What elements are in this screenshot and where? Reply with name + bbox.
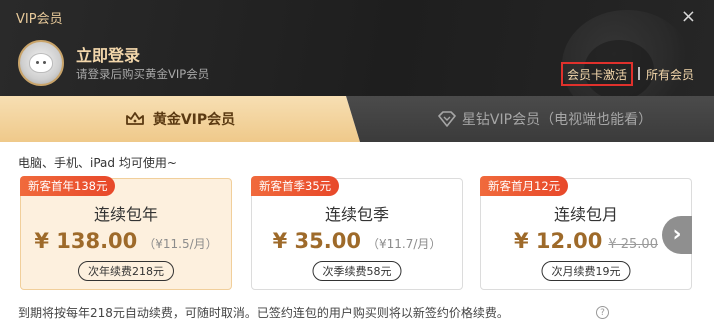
promo-badge: 新客首月12元 bbox=[480, 176, 569, 196]
price-row: ¥ 35.00 （¥11.7/月） bbox=[252, 229, 462, 253]
login-button[interactable]: 立即登录 bbox=[76, 42, 140, 66]
help-icon[interactable]: ? bbox=[596, 306, 609, 319]
tab-gold-vip[interactable]: 黄金VIP会员 bbox=[0, 96, 360, 142]
package-card-monthly[interactable]: 新客首月12元 连续包月 ¥ 12.00 ¥ 25.00 次月续费19元 bbox=[480, 176, 692, 290]
package-name: 连续包月 bbox=[553, 205, 618, 224]
price-row: ¥ 12.00 ¥ 25.00 bbox=[481, 229, 691, 253]
renewal-note: 次月续费19元 bbox=[541, 261, 631, 281]
tab-diamond-label: 星钻VIP会员（电视端也能看） bbox=[461, 112, 653, 128]
monthly-price: （¥11.7/月） bbox=[366, 237, 442, 251]
package-price: ¥ 12.00 bbox=[514, 229, 603, 253]
device-note: 电脑、手机、iPad 均可使用~ bbox=[18, 156, 177, 170]
login-subtitle: 请登录后购买黄金VIP会员 bbox=[76, 67, 210, 81]
card-activate-link[interactable]: 会员卡激活 bbox=[561, 62, 633, 86]
diamond-icon bbox=[438, 111, 456, 127]
chevron-right-icon: › bbox=[672, 222, 682, 247]
price-row: ¥ 138.00 （¥11.5/月） bbox=[21, 229, 231, 253]
window-title: VIP会员 bbox=[16, 12, 63, 27]
renewal-note: 次季续费58元 bbox=[312, 261, 402, 281]
renewal-note: 次年续费218元 bbox=[78, 261, 174, 281]
original-price: ¥ 25.00 bbox=[608, 237, 658, 252]
package-name: 连续包年 bbox=[93, 205, 158, 224]
promo-badge: 新客首季35元 bbox=[251, 176, 340, 196]
package-name: 连续包季 bbox=[324, 205, 389, 224]
avatar-face-icon bbox=[29, 53, 53, 73]
monthly-price: （¥11.5/月） bbox=[143, 237, 218, 251]
tab-diamond-vip[interactable]: 星钻VIP会员（电视端也能看） bbox=[346, 96, 714, 142]
package-card-yearly[interactable]: 新客首年138元 连续包年 ¥ 138.00 （¥11.5/月） 次年续费218… bbox=[20, 176, 232, 290]
crown-icon bbox=[125, 112, 144, 125]
next-arrow-button[interactable]: › bbox=[662, 216, 692, 254]
avatar[interactable] bbox=[18, 40, 64, 86]
package-price: ¥ 35.00 bbox=[272, 229, 361, 253]
package-card-quarterly[interactable]: 新客首季35元 连续包季 ¥ 35.00 （¥11.7/月） 次季续费58元 bbox=[251, 176, 463, 290]
separator bbox=[638, 67, 640, 80]
package-price: ¥ 138.00 bbox=[34, 229, 138, 253]
all-members-link[interactable]: 所有会员 bbox=[646, 66, 694, 83]
header: VIP会员 × 立即登录 请登录后购买黄金VIP会员 会员卡激活 所有会员 bbox=[0, 0, 714, 96]
footer-note: 到期将按每年218元自动续费，可随时取消。已签约连包的用户购买则将以新签约价格续… bbox=[18, 306, 509, 320]
close-icon[interactable]: × bbox=[681, 6, 696, 27]
promo-badge: 新客首年138元 bbox=[20, 176, 116, 196]
tab-gold-label: 黄金VIP会员 bbox=[152, 112, 236, 128]
